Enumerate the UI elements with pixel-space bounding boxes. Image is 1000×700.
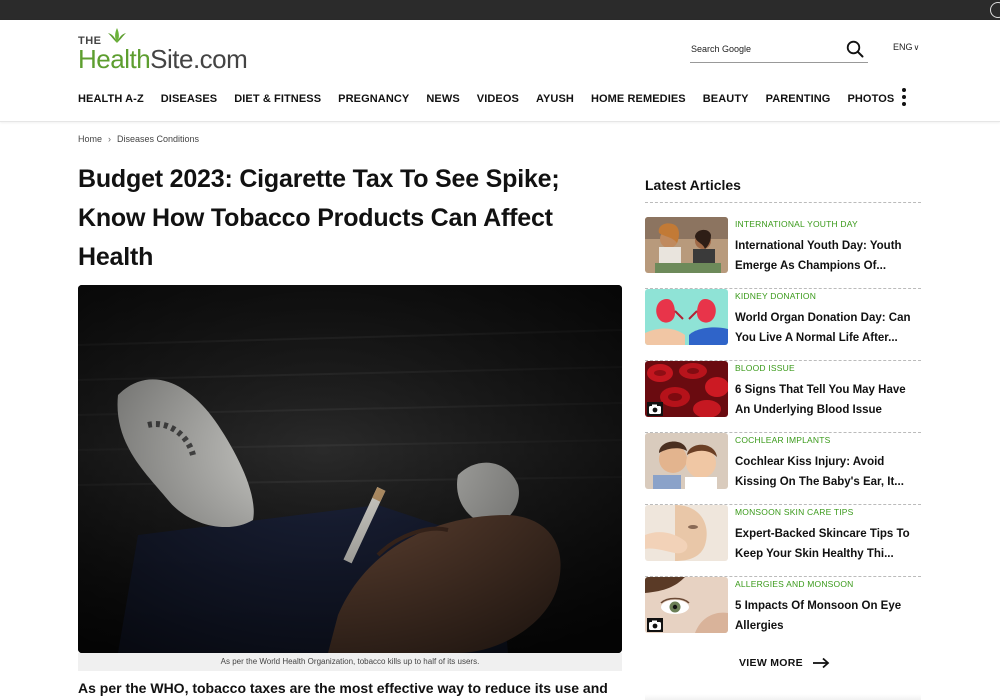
article-thumbnail[interactable]: [645, 361, 728, 417]
article-title[interactable]: 5 Impacts Of Monsoon On Eye Allergies: [735, 596, 921, 636]
article-category[interactable]: ALLERGIES AND MONSOON: [735, 579, 854, 589]
cigarette-hand-illustration: [78, 285, 622, 653]
skincare-face-image: [645, 505, 728, 561]
article-title[interactable]: 6 Signs That Tell You May Have An Underl…: [735, 380, 921, 420]
article-lead-text: As per the WHO, tobacco taxes are the mo…: [78, 680, 608, 696]
site-logo[interactable]: THE HealthSite.com: [78, 28, 268, 74]
language-selector[interactable]: ENG∨: [893, 42, 919, 52]
friends-laughing-image: [645, 217, 728, 273]
chevron-down-icon: ∨: [913, 43, 920, 52]
latest-article-item[interactable]: BLOOD ISSUE 6 Signs That Tell You May Ha…: [645, 361, 921, 433]
nav-item-diet-fitness[interactable]: DIET & FITNESS: [234, 93, 321, 105]
leaf-logo-icon: [108, 28, 126, 43]
article-category[interactable]: MONSOON SKIN CARE TIPS: [735, 507, 854, 517]
article-category[interactable]: KIDNEY DONATION: [735, 291, 816, 301]
search-input[interactable]: [690, 38, 840, 60]
nav-item-photos[interactable]: PHOTOS: [847, 93, 894, 105]
camera-icon: [647, 618, 663, 632]
parent-kissing-baby-image: [645, 433, 728, 489]
more-menu-icon[interactable]: [900, 88, 908, 110]
article-hero-image: [78, 285, 622, 653]
browser-control-icon[interactable]: [990, 2, 1000, 18]
site-header: THE HealthSite.com ENG∨ HEALTH A-Z DISEA…: [0, 20, 1000, 122]
nav-item-parenting[interactable]: PARENTING: [766, 93, 831, 105]
latest-article-item[interactable]: ALLERGIES AND MONSOON 5 Impacts Of Monso…: [645, 577, 921, 649]
article-title[interactable]: International Youth Day: Youth Emerge As…: [735, 236, 921, 276]
view-more-button[interactable]: VIEW MORE: [739, 657, 830, 669]
breadcrumb-current-link[interactable]: Diseases Conditions: [117, 134, 199, 144]
article-category[interactable]: BLOOD ISSUE: [735, 363, 795, 373]
latest-article-item[interactable]: KIDNEY DONATION World Organ Donation Day…: [645, 289, 921, 361]
arrow-right-icon: [812, 657, 830, 669]
sidebar-divider: [645, 202, 921, 203]
article-title[interactable]: World Organ Donation Day: Can You Live A…: [735, 308, 921, 348]
language-label: ENG: [893, 42, 913, 52]
article-title[interactable]: Cochlear Kiss Injury: Avoid Kissing On T…: [735, 452, 921, 492]
article-headline: Budget 2023: Cigarette Tax To See Spike;…: [78, 165, 560, 271]
breadcrumb: Home › Diseases Conditions: [78, 134, 199, 144]
breadcrumb-home-link[interactable]: Home: [78, 134, 102, 144]
sidebar-bottom-shadow: [645, 694, 921, 700]
article-thumbnail[interactable]: [645, 433, 728, 489]
search-box: [690, 38, 868, 63]
latest-article-item[interactable]: COCHLEAR IMPLANTS Cochlear Kiss Injury: …: [645, 433, 921, 505]
logo-wordmark: HealthSite.com: [78, 44, 248, 74]
nav-item-news[interactable]: NEWS: [426, 93, 459, 105]
chevron-right-icon: ›: [108, 134, 112, 144]
nav-item-health-a-z[interactable]: HEALTH A-Z: [78, 93, 144, 105]
latest-articles-title: Latest Articles: [645, 177, 741, 193]
main-nav: HEALTH A-Z DISEASES DIET & FITNESS PREGN…: [78, 92, 911, 106]
image-caption: As per the World Health Organization, to…: [78, 653, 622, 671]
article-thumbnail[interactable]: [645, 505, 728, 561]
browser-top-bar: [0, 0, 1000, 20]
nav-item-ayush[interactable]: AYUSH: [536, 93, 574, 105]
article-title[interactable]: Expert-Backed Skincare Tips To Keep Your…: [735, 524, 921, 564]
nav-item-pregnancy[interactable]: PREGNANCY: [338, 93, 409, 105]
article-thumbnail[interactable]: [645, 577, 728, 633]
nav-item-videos[interactable]: VIDEOS: [477, 93, 519, 105]
latest-article-item[interactable]: MONSOON SKIN CARE TIPS Expert-Backed Ski…: [645, 505, 921, 577]
article-category[interactable]: COCHLEAR IMPLANTS: [735, 435, 831, 445]
article-thumbnail[interactable]: [645, 217, 728, 273]
nav-item-beauty[interactable]: BEAUTY: [703, 93, 749, 105]
nav-item-home-remedies[interactable]: HOME REMEDIES: [591, 93, 686, 105]
kidney-hands-image: [645, 289, 728, 345]
view-more-label: VIEW MORE: [739, 657, 803, 669]
article-thumbnail[interactable]: [645, 289, 728, 345]
search-icon[interactable]: [846, 40, 864, 58]
article-category[interactable]: INTERNATIONAL YOUTH DAY: [735, 219, 858, 229]
camera-icon: [647, 402, 663, 416]
nav-item-diseases[interactable]: DISEASES: [161, 93, 217, 105]
latest-article-item[interactable]: INTERNATIONAL YOUTH DAY International Yo…: [645, 217, 921, 289]
